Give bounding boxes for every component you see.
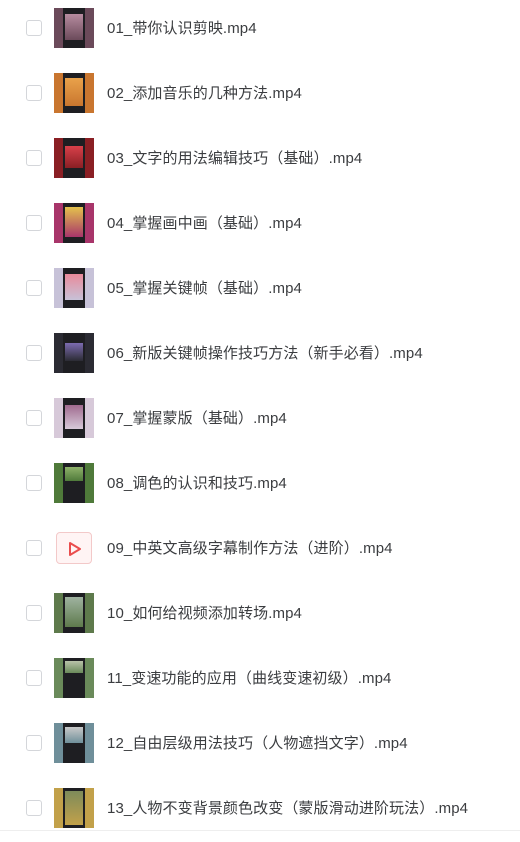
- row-checkbox[interactable]: [26, 214, 42, 231]
- row-checkbox[interactable]: [26, 734, 42, 751]
- file-row[interactable]: 04_掌握画中画（基础）.mp4: [0, 190, 520, 255]
- play-icon: [69, 541, 81, 556]
- file-row[interactable]: 10_如何给视频添加转场.mp4: [0, 580, 520, 645]
- divider: [0, 830, 520, 831]
- file-name[interactable]: 11_变速功能的应用（曲线变速初级）.mp4: [107, 667, 391, 688]
- video-thumbnail-icon: [54, 137, 94, 178]
- file-name[interactable]: 03_文字的用法编辑技巧（基础）.mp4: [107, 147, 362, 168]
- file-row[interactable]: 06_新版关键帧操作技巧方法（新手必看）.mp4: [0, 320, 520, 385]
- video-thumbnail-icon: [54, 7, 94, 48]
- file-name[interactable]: 07_掌握蒙版（基础）.mp4: [107, 407, 287, 428]
- file-name[interactable]: 04_掌握画中画（基础）.mp4: [107, 212, 302, 233]
- row-checkbox[interactable]: [26, 149, 42, 166]
- video-thumbnail-icon: [54, 267, 94, 308]
- file-row[interactable]: 11_变速功能的应用（曲线变速初级）.mp4: [0, 645, 520, 710]
- video-thumbnail-icon: [54, 397, 94, 438]
- file-row[interactable]: 08_调色的认识和技巧.mp4: [0, 450, 520, 515]
- file-row[interactable]: 09_中英文高级字幕制作方法（进阶）.mp4: [0, 515, 520, 580]
- row-checkbox[interactable]: [26, 409, 42, 426]
- video-thumbnail-icon: [54, 592, 94, 633]
- video-thumbnail-icon: [54, 462, 94, 503]
- file-name[interactable]: 01_带你认识剪映.mp4: [107, 17, 257, 38]
- file-name[interactable]: 05_掌握关键帧（基础）.mp4: [107, 277, 302, 298]
- video-thumbnail-icon: [54, 332, 94, 373]
- file-row[interactable]: 12_自由层级用法技巧（人物遮挡文字）.mp4: [0, 710, 520, 775]
- video-thumbnail-icon: [54, 722, 94, 763]
- row-checkbox[interactable]: [26, 279, 42, 296]
- row-checkbox[interactable]: [26, 19, 42, 36]
- file-name[interactable]: 12_自由层级用法技巧（人物遮挡文字）.mp4: [107, 732, 408, 753]
- video-thumbnail-icon: [54, 787, 94, 828]
- row-checkbox[interactable]: [26, 669, 42, 686]
- row-checkbox[interactable]: [26, 799, 42, 816]
- file-name[interactable]: 13_人物不变背景颜色改变（蒙版滑动进阶玩法）.mp4: [107, 797, 468, 818]
- file-name[interactable]: 09_中英文高级字幕制作方法（进阶）.mp4: [107, 537, 393, 558]
- video-thumbnail-icon: [54, 657, 94, 698]
- file-row[interactable]: 07_掌握蒙版（基础）.mp4: [0, 385, 520, 450]
- file-row[interactable]: 05_掌握关键帧（基础）.mp4: [0, 255, 520, 320]
- file-row[interactable]: 03_文字的用法编辑技巧（基础）.mp4: [0, 125, 520, 190]
- row-checkbox[interactable]: [26, 604, 42, 621]
- file-name[interactable]: 06_新版关键帧操作技巧方法（新手必看）.mp4: [107, 342, 423, 363]
- row-checkbox[interactable]: [26, 344, 42, 361]
- file-name[interactable]: 08_调色的认识和技巧.mp4: [107, 472, 287, 493]
- file-name[interactable]: 10_如何给视频添加转场.mp4: [107, 602, 302, 623]
- file-row[interactable]: 02_添加音乐的几种方法.mp4: [0, 60, 520, 125]
- row-checkbox[interactable]: [26, 84, 42, 101]
- file-name[interactable]: 02_添加音乐的几种方法.mp4: [107, 82, 302, 103]
- row-checkbox[interactable]: [26, 474, 42, 491]
- video-file-icon: [56, 531, 92, 564]
- video-thumbnail-icon: [54, 202, 94, 243]
- video-thumbnail-icon: [54, 72, 94, 113]
- row-checkbox[interactable]: [26, 539, 42, 556]
- file-row[interactable]: 01_带你认识剪映.mp4: [0, 0, 520, 60]
- file-list: 01_带你认识剪映.mp4 02_添加音乐的几种方法.mp4 03_文字的用法编…: [0, 0, 520, 842]
